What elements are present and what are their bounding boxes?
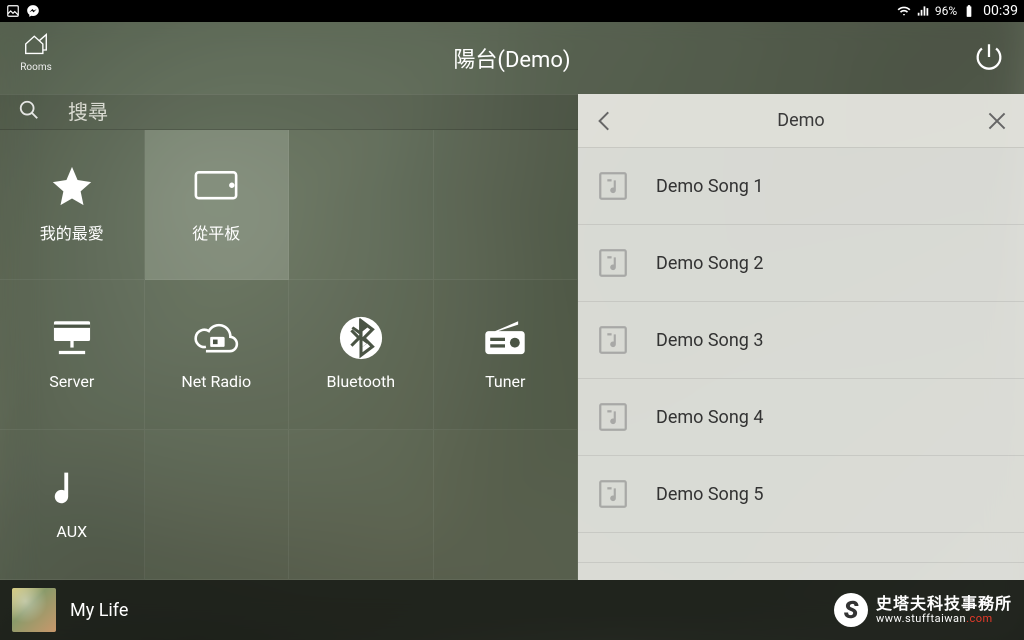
song-name: Demo Song 5 <box>656 484 763 505</box>
tile-label: Server <box>49 372 94 391</box>
cloud-radio-icon <box>193 318 239 358</box>
now-playing-bar[interactable]: My Life S 史塔夫科技事務所 www.stufftaiwan.com <box>0 580 1024 640</box>
status-left <box>6 4 40 18</box>
track-name: My Life <box>70 600 820 621</box>
image-icon <box>6 4 20 18</box>
source-tile-server[interactable]: Server <box>0 280 145 430</box>
tile-label: Bluetooth <box>326 372 395 391</box>
song-item[interactable]: Demo Song 4 <box>578 379 1024 456</box>
music-file-icon <box>596 246 630 280</box>
list-header: Demo <box>578 94 1024 148</box>
source-tile-bluetooth[interactable]: Bluetooth <box>289 280 434 430</box>
power-button[interactable] <box>972 40 1006 74</box>
search-icon <box>18 99 40 125</box>
page-title: 陽台(Demo) <box>453 42 570 74</box>
star-icon <box>49 166 95 206</box>
source-tile-aux[interactable]: AUX <box>0 430 145 580</box>
list-title: Demo <box>777 110 824 131</box>
android-status-bar: 96% 00:39 <box>0 0 1024 22</box>
watermark-url: www.stufftaiwan.com <box>876 613 1012 625</box>
app-header: Rooms 陽台(Demo) <box>0 22 1024 94</box>
tablet-icon <box>193 166 239 206</box>
source-tile-tuner[interactable]: Tuner <box>434 280 579 430</box>
wifi-icon <box>897 4 911 18</box>
song-name: Demo Song 3 <box>656 330 763 351</box>
tile-label: 從平板 <box>192 220 240 244</box>
status-time: 00:39 <box>983 3 1018 19</box>
music-file-icon <box>596 169 630 203</box>
source-tile-tablet[interactable]: 從平板 <box>145 130 290 280</box>
close-button[interactable] <box>984 108 1010 134</box>
playlist-pane: Demo Demo Song 1 Demo Song 2 Demo Song 3 De… <box>578 94 1024 580</box>
bluetooth-icon <box>338 318 384 358</box>
watermark-cn: 史塔夫科技事務所 <box>876 595 1012 613</box>
source-tile-netradio[interactable]: Net Radio <box>145 280 290 430</box>
music-file-icon <box>596 323 630 357</box>
messenger-icon <box>26 4 40 18</box>
rooms-label: Rooms <box>14 62 58 73</box>
battery-icon <box>962 4 976 18</box>
source-pane: 我的最愛 從平板 Server Net Radio Bluetooth Tuner AUX <box>0 94 578 580</box>
music-file-icon <box>596 400 630 434</box>
song-name: Demo Song 1 <box>656 176 763 197</box>
song-item[interactable]: Demo Song 3 <box>578 302 1024 379</box>
tile-label: Tuner <box>485 372 525 391</box>
search-input[interactable] <box>68 100 560 124</box>
radio-icon <box>482 318 528 358</box>
source-tile-favorites[interactable]: 我的最愛 <box>0 130 145 280</box>
note-icon <box>49 468 95 508</box>
search-row <box>0 94 578 130</box>
back-button[interactable] <box>592 108 618 134</box>
status-right: 96% 00:39 <box>897 3 1018 19</box>
album-art <box>12 588 56 632</box>
rooms-button[interactable]: Rooms <box>14 32 58 73</box>
song-name: Demo Song 4 <box>656 407 763 428</box>
battery-percent: 96% <box>935 4 957 18</box>
tile-label: Net Radio <box>181 372 251 391</box>
server-icon <box>49 318 95 358</box>
song-item[interactable]: Demo Song 2 <box>578 225 1024 302</box>
watermark-logo-icon: S <box>834 593 868 627</box>
song-item[interactable]: Demo Song 5 <box>578 456 1024 533</box>
music-file-icon <box>596 477 630 511</box>
tile-label: 我的最愛 <box>40 220 104 244</box>
signal-icon <box>916 4 930 18</box>
song-item[interactable]: Demo Song 1 <box>578 148 1024 225</box>
song-name: Demo Song 2 <box>656 253 763 274</box>
tile-label: AUX <box>56 522 87 541</box>
watermark: S 史塔夫科技事務所 www.stufftaiwan.com <box>834 593 1012 627</box>
